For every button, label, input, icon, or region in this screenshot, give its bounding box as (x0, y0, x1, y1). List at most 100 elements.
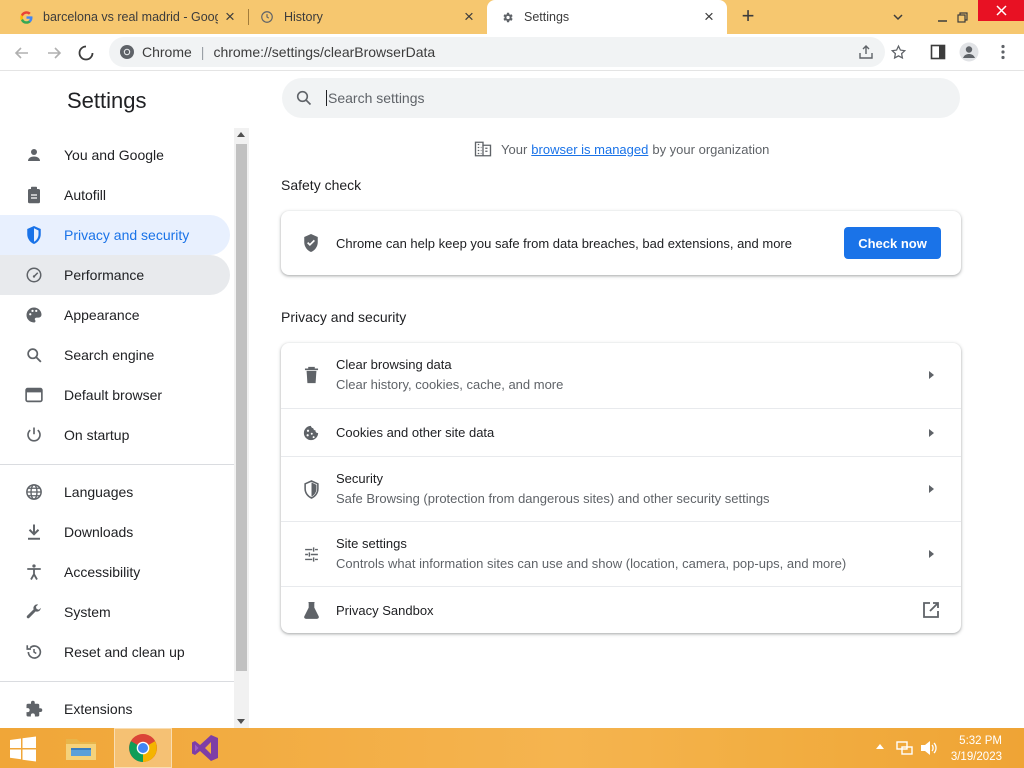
browser-icon (24, 385, 44, 405)
search-icon (294, 88, 314, 108)
person-icon (24, 145, 44, 165)
url-text: chrome://settings/clearBrowserData (213, 44, 436, 60)
sidebar-item-label: Performance (64, 267, 145, 283)
sidebar-item-label: Search engine (64, 347, 155, 363)
sidebar-item-label: On startup (64, 427, 130, 443)
tab-title: barcelona vs real madrid - Google Search (43, 10, 218, 24)
visual-studio-icon[interactable] (176, 728, 234, 768)
new-tab-button[interactable]: + (736, 5, 760, 29)
safety-check-text: Chrome can help keep you safe from data … (336, 235, 792, 251)
scroll-up-arrow[interactable] (237, 132, 245, 137)
row-secondary: Safe Browsing (protection from dangerous… (336, 491, 770, 506)
system-tray (876, 740, 938, 756)
sidebar-item-label: You and Google (64, 147, 164, 163)
window-close-button[interactable] (978, 0, 1024, 21)
palette-icon (24, 305, 44, 325)
privacy-row-privacy-sandbox[interactable]: Privacy Sandbox (281, 586, 961, 633)
scrollbar-thumb[interactable] (236, 144, 247, 671)
sidebar-item-reset-and-clean-up[interactable]: Reset and clean up (0, 632, 230, 672)
sidebar-item-search-engine[interactable]: Search engine (0, 335, 230, 375)
puzzle-icon (24, 699, 44, 719)
tab-google-search[interactable]: barcelona vs real madrid - Google Search… (0, 0, 248, 34)
search-settings-box[interactable] (282, 78, 960, 118)
bookmark-star-icon[interactable] (888, 42, 908, 62)
taskbar-clock[interactable]: 5:32 PM 3/19/2023 (951, 733, 1002, 765)
sidebar-scrollbar[interactable] (234, 128, 249, 728)
check-now-button[interactable]: Check now (844, 227, 941, 259)
row-text: Clear browsing data Clear history, cooki… (336, 357, 563, 392)
share-icon[interactable] (856, 42, 876, 62)
profile-avatar-icon[interactable] (959, 42, 979, 62)
close-icon[interactable]: × (697, 5, 721, 29)
sidebar-item-default-browser[interactable]: Default browser (0, 375, 230, 415)
search-input[interactable] (326, 90, 926, 106)
network-icon[interactable] (896, 740, 914, 756)
sidebar-item-accessibility[interactable]: Accessibility (0, 552, 230, 592)
file-explorer-icon[interactable] (52, 728, 110, 768)
close-icon[interactable]: × (218, 5, 242, 29)
back-button[interactable] (8, 39, 36, 67)
close-icon[interactable]: × (457, 5, 481, 29)
sidebar-item-downloads[interactable]: Downloads (0, 512, 230, 552)
row-primary: Clear browsing data (336, 357, 452, 372)
power-icon (24, 425, 44, 445)
sidebar-item-autofill[interactable]: Autofill (0, 175, 230, 215)
sidebar-item-languages[interactable]: Languages (0, 472, 230, 512)
tab-strip: barcelona vs real madrid - Google Search… (0, 0, 1024, 34)
tab-settings[interactable]: Settings × (487, 0, 727, 34)
sidebar-item-label: System (64, 604, 111, 620)
arrow-right-icon (929, 429, 934, 437)
forward-button[interactable] (40, 39, 68, 67)
sidebar-item-appearance[interactable]: Appearance (0, 295, 230, 335)
row-primary: Security (336, 471, 383, 486)
volume-icon[interactable] (920, 740, 938, 756)
tab-history[interactable]: History × (249, 0, 487, 34)
sidebar-item-system[interactable]: System (0, 592, 230, 632)
tab-title: History (284, 10, 323, 24)
restore-icon (24, 642, 44, 662)
privacy-row-security[interactable]: Security Safe Browsing (protection from … (281, 456, 961, 521)
sidebar-item-performance[interactable]: Performance (0, 255, 230, 295)
site-chip: Chrome (142, 44, 192, 60)
row-text: Cookies and other site data (336, 425, 494, 440)
managed-link[interactable]: browser is managed (531, 142, 648, 157)
sidebar-item-label: Reset and clean up (64, 644, 185, 660)
restore-button[interactable] (944, 0, 980, 34)
arrow-right-icon (929, 550, 934, 558)
row-primary: Site settings (336, 536, 407, 551)
loading-stop-icon[interactable] (72, 39, 100, 67)
trash-icon (301, 365, 321, 385)
sidebar-item-privacy-and-security[interactable]: Privacy and security (0, 215, 230, 255)
sidebar-item-on-startup[interactable]: On startup (0, 415, 230, 455)
privacy-row-site-settings[interactable]: Site settings Controls what information … (281, 521, 961, 586)
clock-date: 3/19/2023 (950, 751, 1002, 763)
sidebar-item-you-and-google[interactable]: You and Google (0, 135, 230, 175)
wrench-icon (24, 602, 44, 622)
open-in-new-icon (922, 601, 940, 619)
windows-start-icon[interactable] (9, 736, 39, 762)
privacy-row-clear-browsing-data[interactable]: Clear browsing data Clear history, cooki… (281, 343, 961, 408)
scroll-down-arrow[interactable] (237, 719, 245, 724)
chevron-down-icon[interactable] (880, 0, 916, 34)
privacy-row-cookies[interactable]: Cookies and other site data (281, 408, 961, 456)
chrome-taskbar-icon[interactable] (114, 728, 172, 768)
managed-notice: Your browser is managed by your organiza… (474, 139, 769, 159)
building-icon (474, 140, 492, 158)
tune-icon (301, 544, 321, 564)
row-text: Security Safe Browsing (protection from … (336, 471, 770, 506)
speedometer-icon (24, 265, 44, 285)
managed-suffix: by your organization (652, 141, 770, 157)
chevron-up-icon[interactable] (876, 743, 886, 753)
clock-time: 5:32 PM (959, 735, 1002, 747)
address-bar[interactable]: Chrome | chrome://settings/clearBrowserD… (109, 37, 885, 67)
settings-sidebar: You and Google Autofill Privacy and secu… (0, 130, 234, 728)
flask-icon (301, 600, 321, 620)
windows-taskbar: 5:32 PM 3/19/2023 (0, 728, 1024, 768)
sidebar-item-extensions[interactable]: Extensions (0, 689, 230, 728)
side-panel-icon[interactable] (928, 42, 948, 62)
globe-icon (24, 482, 44, 502)
more-vert-icon[interactable] (993, 42, 1013, 62)
shield-check-icon (301, 233, 321, 253)
safety-check-row: Chrome can help keep you safe from data … (281, 211, 961, 275)
search-icon (24, 345, 44, 365)
